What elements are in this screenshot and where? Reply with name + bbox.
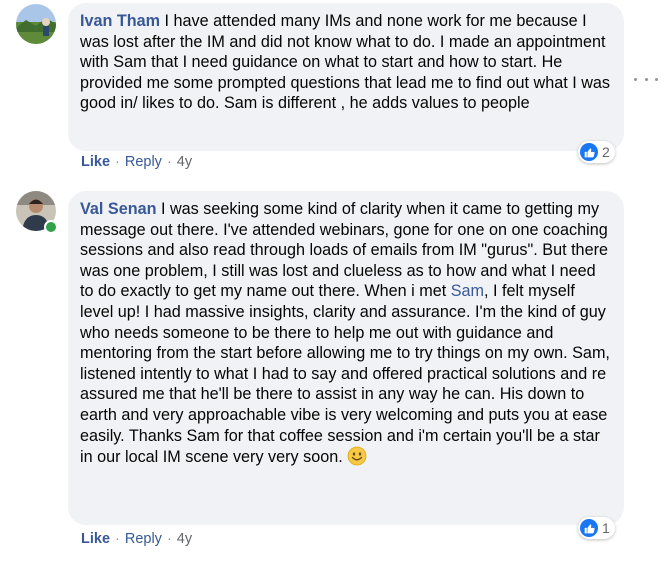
comment-actions: Like · Reply · 4y xyxy=(81,531,192,547)
timestamp[interactable]: 4y xyxy=(177,531,192,547)
mention-link[interactable]: Sam xyxy=(451,282,484,300)
comment-body: Val Senan I was seeking some kind of cla… xyxy=(80,199,612,468)
comment-text-part-2: , I felt myself level up! I had massive … xyxy=(80,282,615,467)
online-status-indicator xyxy=(44,220,58,234)
separator: · xyxy=(115,531,120,547)
separator: · xyxy=(166,531,172,547)
reply-button[interactable]: Reply xyxy=(125,531,162,547)
comment-bubble: Val Senan I was seeking some kind of cla… xyxy=(68,191,624,525)
comment-val-senan: Val Senan I was seeking some kind of cla… xyxy=(0,0,672,567)
like-reaction-icon xyxy=(580,519,598,537)
like-button[interactable]: Like xyxy=(81,531,110,547)
reaction-count-pill[interactable]: 1 xyxy=(578,517,615,539)
smiling-face-icon xyxy=(347,446,367,466)
reaction-count: 1 xyxy=(602,520,610,536)
comment-author[interactable]: Val Senan xyxy=(80,200,156,218)
